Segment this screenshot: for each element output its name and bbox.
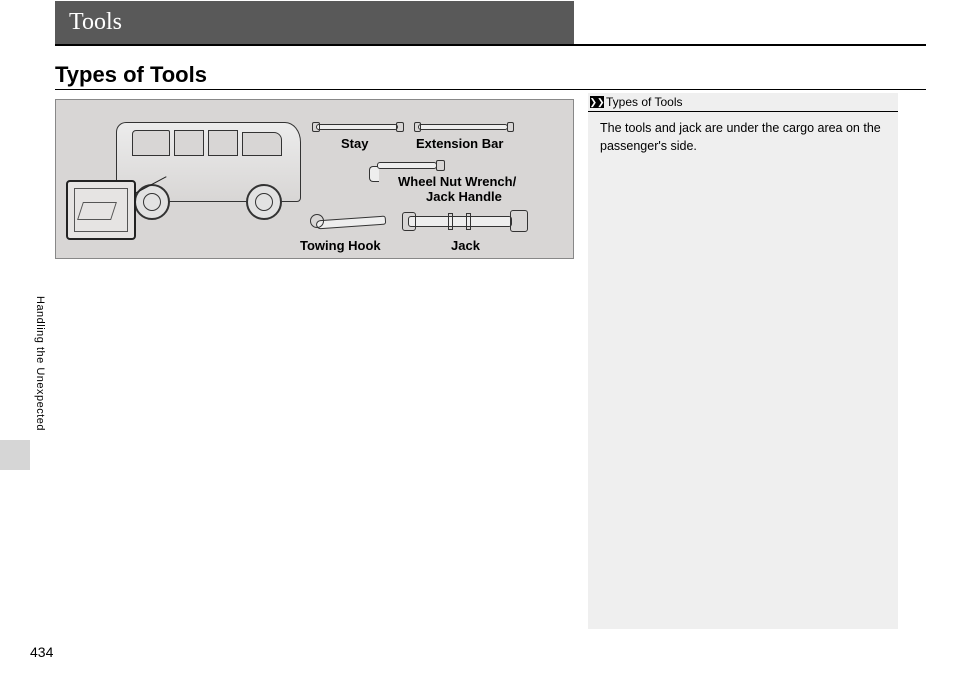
sidebar-header-text: Types of Tools — [606, 95, 683, 109]
stay-tool-illustration — [316, 124, 398, 130]
side-tab-marker — [0, 440, 30, 470]
stay-label: Stay — [341, 136, 368, 151]
towing-hook-illustration — [316, 216, 386, 230]
tools-figure: Stay Extension Bar Wheel Nut Wrench/ Jac… — [55, 99, 574, 259]
jack-illustration — [408, 216, 512, 227]
page-number: 434 — [30, 644, 53, 660]
sidebar-body-text: The tools and jack are under the cargo a… — [588, 112, 898, 163]
jack-rib — [448, 213, 453, 230]
wrench-socket — [436, 160, 445, 171]
cargo-area-callout — [66, 180, 136, 240]
jack-rib — [466, 213, 471, 230]
section-title: Types of Tools — [55, 62, 207, 88]
towing-hook-label: Towing Hook — [300, 238, 381, 253]
sidebar-panel: ❯❯ Types of Tools The tools and jack are… — [588, 93, 898, 629]
jack-base — [510, 210, 528, 232]
stay-endcap — [396, 122, 404, 132]
sidebar-header: ❯❯ Types of Tools — [588, 93, 898, 112]
extension-bar-label: Extension Bar — [416, 136, 503, 151]
wrench-label-line2: Jack Handle — [426, 189, 502, 204]
extension-bar-endcap — [414, 122, 421, 132]
jack-end — [402, 212, 416, 231]
vehicle-illustration — [106, 110, 311, 230]
towing-hook-eye — [310, 214, 324, 228]
section-underline — [55, 89, 926, 90]
sidebar-marker-icon: ❯❯ — [590, 96, 604, 108]
wrench-label-line1: Wheel Nut Wrench/ — [398, 174, 516, 189]
header-underline — [55, 44, 926, 46]
jack-label: Jack — [451, 238, 480, 253]
stay-endcap — [312, 122, 320, 132]
chapter-header-bar: Tools — [55, 1, 574, 44]
chapter-title: Tools — [69, 9, 122, 36]
side-tab-label: Handling the Unexpected — [32, 296, 46, 431]
extension-bar-endcap — [507, 122, 514, 132]
wrench-illustration — [377, 162, 437, 169]
extension-bar-illustration — [418, 124, 508, 130]
